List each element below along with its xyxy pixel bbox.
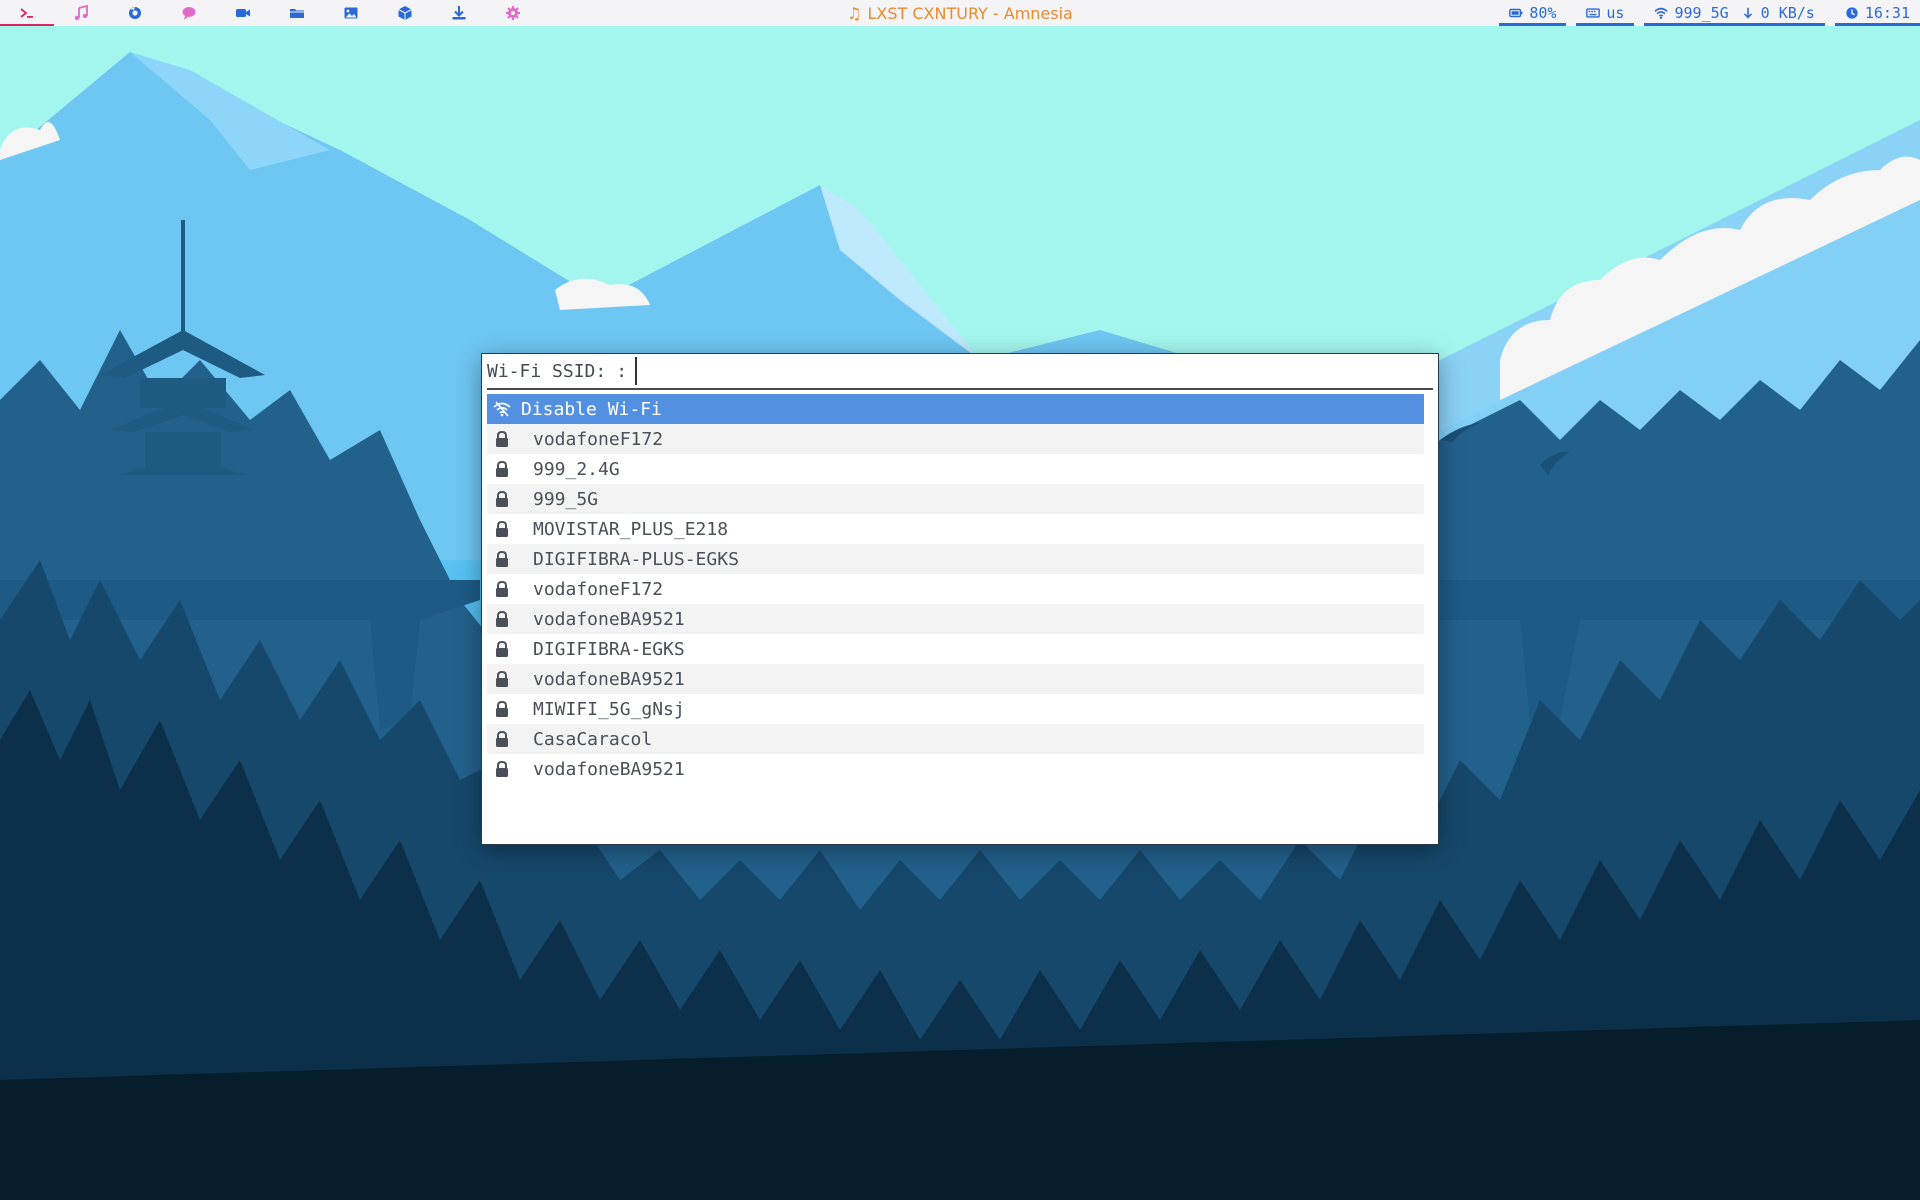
top-bar: ♫ LXST CXNTURY - Amnesia 80% us 999_5G 0…	[0, 0, 1920, 26]
clock-time: 16:31	[1864, 4, 1910, 22]
list-item[interactable]: CasaCaracol	[487, 724, 1424, 754]
list-item-label: MOVISTAR_PLUS_E218	[533, 518, 729, 540]
prompt-label: Wi-Fi SSID:	[487, 360, 607, 382]
list-item[interactable]: 999_5G	[487, 484, 1424, 514]
list-item[interactable]: vodafoneF172	[487, 574, 1424, 604]
wifi-icon	[1654, 7, 1669, 19]
list-item[interactable]: vodafoneF172	[487, 424, 1424, 454]
image-icon	[344, 7, 358, 19]
lock-icon	[491, 428, 513, 450]
battery-level: 80%	[1529, 4, 1557, 22]
lock-icon	[491, 758, 513, 780]
prompt-row: Wi-Fi SSID: :	[487, 354, 1433, 390]
now-playing-title[interactable]: LXST CXNTURY - Amnesia	[867, 4, 1072, 23]
network-list: Disable Wi-Fi vodafoneF172 999_2.4G 999_…	[487, 394, 1424, 784]
battery-module[interactable]: 80%	[1499, 0, 1567, 26]
folder-icon	[290, 9, 304, 18]
terminal-icon	[20, 8, 33, 18]
ssid-search-input[interactable]	[635, 357, 1238, 385]
list-item[interactable]: vodafoneBA9521	[487, 664, 1424, 694]
list-item-label: DIGIFIBRA-PLUS-EGKS	[533, 548, 739, 570]
arrow-down-icon	[1743, 7, 1752, 19]
workspace-video[interactable]	[216, 0, 270, 26]
list-item[interactable]: MOVISTAR_PLUS_E218	[487, 514, 1424, 544]
music-icon	[74, 5, 88, 21]
list-item-label: 999_2.4G	[533, 458, 620, 480]
lock-icon	[491, 458, 513, 480]
keyboard-module[interactable]: us	[1576, 0, 1635, 26]
list-item-label: vodafoneF172	[533, 578, 664, 600]
wifi-ssid: 999_5G	[1674, 4, 1729, 22]
lock-icon	[491, 668, 513, 690]
lock-icon	[491, 608, 513, 630]
wifi-module[interactable]: 999_5G 0 KB/s	[1644, 0, 1826, 26]
lock-icon	[491, 548, 513, 570]
download-icon	[452, 6, 466, 20]
workspace-downloads[interactable]	[432, 0, 486, 26]
list-item-disable-wifi[interactable]: Disable Wi-Fi	[487, 394, 1424, 424]
list-item-label: vodafoneBA9521	[533, 668, 685, 690]
workspace-music[interactable]	[54, 0, 108, 26]
lock-icon	[491, 578, 513, 600]
workspace-terminal[interactable]	[0, 0, 54, 26]
list-item[interactable]: MIWIFI_5G_gNsj	[487, 694, 1424, 724]
lock-icon	[491, 518, 513, 540]
battery-icon	[1509, 8, 1523, 18]
lock-icon	[491, 488, 513, 510]
list-item-label: MIWIFI_5G_gNsj	[533, 698, 685, 720]
workspace-images[interactable]	[324, 0, 378, 26]
list-item[interactable]: vodafoneBA9521	[487, 754, 1424, 784]
list-item-label: DIGIFIBRA-EGKS	[533, 638, 685, 660]
status-modules: 80% us 999_5G 0 KB/s 16:31	[1489, 0, 1920, 26]
chat-icon	[182, 7, 196, 20]
workspace-chat[interactable]	[162, 0, 216, 26]
clock-module[interactable]: 16:31	[1834, 0, 1920, 26]
package-icon	[398, 6, 412, 20]
music-note-icon: ♫	[847, 3, 862, 23]
list-item-label: 999_5G	[533, 488, 599, 510]
list-item-label: vodafoneBA9521	[533, 608, 685, 630]
workspace-packages[interactable]	[378, 0, 432, 26]
clock-icon	[1846, 7, 1858, 19]
video-icon	[236, 9, 250, 17]
net-speed: 0 KB/s	[1760, 4, 1815, 22]
keyboard-icon	[1586, 8, 1601, 18]
workspace-list	[0, 0, 540, 26]
keyboard-layout: us	[1606, 4, 1625, 22]
list-item-label: Disable Wi-Fi	[521, 398, 662, 420]
wifi-menu: Wi-Fi SSID: : Disable Wi-Fi vodafoneF172…	[481, 353, 1439, 845]
settings-icon	[506, 6, 520, 20]
lock-icon	[491, 698, 513, 720]
prompt-separator: :	[616, 360, 628, 382]
workspace-settings[interactable]	[486, 0, 540, 26]
list-item[interactable]: DIGIFIBRA-EGKS	[487, 634, 1424, 664]
lock-icon	[491, 638, 513, 660]
lock-icon	[491, 728, 513, 750]
list-item[interactable]: DIGIFIBRA-PLUS-EGKS	[487, 544, 1424, 574]
list-item-label: CasaCaracol	[533, 728, 653, 750]
list-item[interactable]: vodafoneBA9521	[487, 604, 1424, 634]
list-item-label: vodafoneF172	[533, 428, 664, 450]
browser-icon	[129, 7, 141, 19]
wifi-off-icon	[491, 398, 513, 420]
workspace-browser[interactable]	[108, 0, 162, 26]
list-item[interactable]: 999_2.4G	[487, 454, 1424, 484]
list-item-label: vodafoneBA9521	[533, 758, 685, 780]
workspace-files[interactable]	[270, 0, 324, 26]
